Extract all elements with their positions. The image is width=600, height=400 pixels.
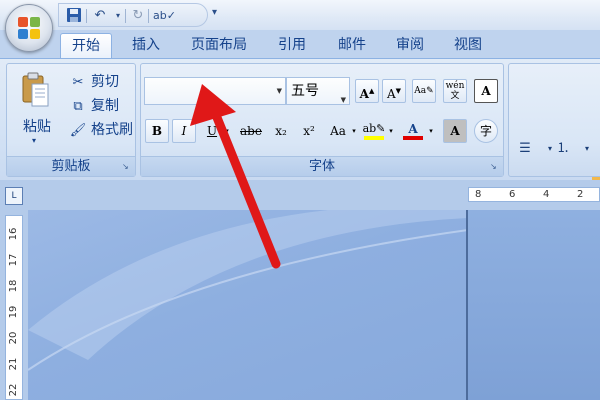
ruler-number: 8	[475, 189, 482, 200]
numbering-icon[interactable]: ⒈	[550, 137, 576, 161]
clipboard-group: 粘贴 ▾ ✂ 剪切 ⧉ 复制 🖌 格式刷 剪贴板 ↘	[6, 63, 136, 177]
copy-icon: ⧉	[73, 99, 83, 114]
grow-font-icon[interactable]: A▲	[355, 79, 379, 103]
font-size-value: 五号	[291, 83, 319, 99]
tab-mailings[interactable]: 邮件	[330, 33, 374, 58]
copy-label: 复制	[91, 98, 119, 114]
qat-separator	[86, 9, 87, 23]
paste-dropdown-icon[interactable]: ▾	[32, 136, 36, 145]
qat-separator	[148, 9, 149, 23]
ruler-number: 20	[8, 331, 19, 345]
vertical-ruler[interactable]: 16 17 18 19 20 21 22	[5, 215, 23, 400]
highlight-icon[interactable]: ab✎	[362, 117, 386, 141]
ruler-number: 2	[577, 189, 584, 200]
underline-button[interactable]: U	[200, 119, 224, 143]
character-shading-icon[interactable]: A	[443, 119, 467, 143]
font-size-dropdown-icon[interactable]: ▼	[341, 87, 346, 113]
tab-review[interactable]: 审阅	[388, 33, 432, 58]
character-border-icon[interactable]: A	[474, 79, 498, 103]
background-swoosh	[28, 210, 468, 400]
highlight-color-swatch	[364, 136, 384, 140]
page-margin-area	[468, 210, 600, 400]
office-button[interactable]	[5, 4, 53, 52]
font-name-dropdown-icon[interactable]: ▼	[277, 87, 282, 95]
ruler-number: 17	[8, 253, 19, 267]
save-icon[interactable]	[65, 7, 83, 25]
copy-button[interactable]: ⧉ 复制	[69, 96, 119, 116]
paste-icon[interactable]	[21, 72, 51, 108]
ruler-number: 22	[8, 383, 19, 397]
italic-button[interactable]: I	[172, 119, 196, 143]
tab-home[interactable]: 开始	[60, 33, 112, 58]
ruler-number: 19	[8, 305, 19, 319]
ribbon-tabs: 开始 插入 页面布局 引用 邮件 审阅 视图	[0, 30, 600, 58]
font-group-label: 字体	[141, 156, 503, 176]
font-size-combobox[interactable]: 五号 ▼	[286, 77, 350, 105]
numbering-dropdown-icon[interactable]: ▾	[574, 137, 600, 161]
tab-view[interactable]: 视图	[446, 33, 490, 58]
tab-references[interactable]: 引用	[270, 33, 314, 58]
format-painter-label: 格式刷	[91, 122, 133, 138]
font-launcher-icon[interactable]: ↘	[490, 162, 499, 171]
quick-access-toolbar: ↶ ▾ ↻ ab✓	[58, 3, 208, 27]
ruler-number: 16	[8, 227, 19, 241]
horizontal-ruler[interactable]: 8 6 4 2	[468, 187, 600, 202]
ruler-number: 6	[509, 189, 516, 200]
redo-icon[interactable]: ↻	[129, 7, 147, 25]
subscript-button[interactable]: x₂	[268, 119, 294, 143]
change-case-button[interactable]: Aa	[324, 119, 352, 143]
superscript-button[interactable]: x²	[296, 119, 322, 143]
font-color-dropdown-icon[interactable]: ▾	[426, 119, 436, 143]
ruler-number: 18	[8, 279, 19, 293]
format-painter-button[interactable]: 🖌 格式刷	[69, 120, 133, 140]
spelling-icon[interactable]: ab✓	[153, 7, 176, 25]
phonetic-guide-icon[interactable]: wén 文	[443, 79, 467, 103]
qat-separator	[125, 9, 126, 23]
highlight-dropdown-icon[interactable]: ▾	[386, 119, 396, 143]
bullets-icon[interactable]: ☰	[512, 137, 538, 161]
ribbon: 粘贴 ▾ ✂ 剪切 ⧉ 复制 🖌 格式刷 剪贴板 ↘ 字体 ↘ ▼ 五号 ▼ A…	[0, 58, 600, 201]
paste-button[interactable]: 粘贴	[23, 116, 51, 136]
font-color-swatch	[403, 136, 423, 140]
font-color-icon[interactable]: A	[400, 117, 426, 141]
customize-qat-icon[interactable]: ▾	[212, 7, 217, 18]
ruler-number: 21	[8, 357, 19, 371]
clear-formatting-icon[interactable]: Aa✎	[412, 79, 436, 103]
ruler-number: 4	[543, 189, 550, 200]
clipboard-launcher-icon[interactable]: ↘	[122, 162, 131, 171]
shrink-font-icon[interactable]: A▼	[382, 79, 406, 103]
office-logo-icon	[18, 17, 42, 41]
tab-insert[interactable]: 插入	[124, 33, 168, 58]
tab-selector[interactable]: L	[5, 187, 23, 205]
bold-button[interactable]: B	[145, 119, 169, 143]
undo-icon[interactable]: ↶	[91, 7, 109, 25]
cut-button[interactable]: ✂ 剪切	[69, 72, 119, 92]
format-painter-icon: 🖌	[69, 123, 87, 138]
font-name-combobox[interactable]: ▼	[144, 77, 286, 105]
enclose-characters-icon[interactable]: 字	[474, 119, 498, 143]
clipboard-group-label: 剪贴板	[7, 156, 135, 176]
cut-label: 剪切	[91, 74, 119, 90]
tab-page-layout[interactable]: 页面布局	[182, 33, 256, 58]
strikethrough-button[interactable]: abe	[236, 119, 266, 143]
underline-dropdown-icon[interactable]: ▾	[222, 119, 232, 143]
scissors-icon: ✂	[72, 75, 84, 90]
change-case-dropdown-icon[interactable]: ▾	[350, 119, 358, 143]
